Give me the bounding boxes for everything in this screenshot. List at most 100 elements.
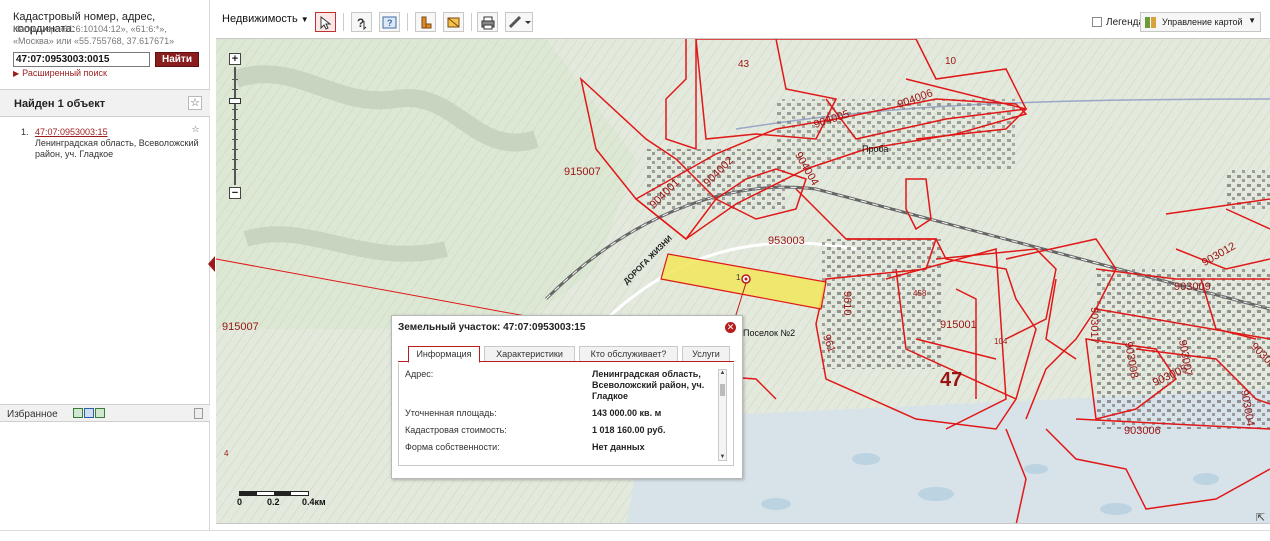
layer-select[interactable]: Недвижимость ▼ [222, 13, 309, 25]
import-icon[interactable] [73, 408, 83, 418]
cursor-icon [320, 15, 332, 30]
parcel-number-label: 1 [736, 273, 741, 282]
help-card-icon: ? [382, 16, 397, 29]
block-label: 47 [940, 369, 963, 391]
results-header: Найден 1 объект ☆ [0, 89, 210, 117]
search-example: Например «61:6:10104:12», «61:6:*», «Мос… [13, 24, 175, 46]
map-control-dropdown[interactable]: Управление картой ▼ [1140, 12, 1261, 32]
popup-body: Адрес: Ленинградская область, Всеволожск… [398, 363, 734, 466]
result-number-link[interactable]: 47:07:0953003:15 [35, 127, 108, 137]
zoom-in-button[interactable]: + [229, 53, 241, 65]
block-label: 903017 [1088, 307, 1100, 344]
zoom-tick [232, 129, 238, 130]
chevron-down-icon: ▼ [1248, 16, 1256, 25]
zoom-tick [232, 149, 238, 150]
ownership-value: Нет данных [592, 442, 645, 452]
result-address: Ленинградская область, Всеволожский райо… [35, 138, 199, 159]
favorites-title: Избранное [7, 409, 58, 420]
scale-bar [239, 491, 309, 496]
block-label: 43 [738, 59, 750, 70]
export-icon[interactable] [84, 408, 94, 418]
star-icon[interactable]: ☆ [188, 96, 202, 110]
block-label: 903009 [1174, 281, 1211, 293]
block-label: 10 [945, 56, 957, 67]
area-icon [447, 17, 460, 28]
tab-who-serves[interactable]: Кто обслуживает? [579, 346, 678, 362]
scroll-down-icon[interactable]: ▼ [719, 454, 726, 460]
toolbar-divider [471, 13, 472, 31]
address-key: Адрес: [405, 369, 434, 379]
collapse-panel-button[interactable] [208, 256, 215, 272]
block-label: 953003 [768, 235, 805, 247]
favorites-header: Избранное [0, 404, 210, 422]
bottom-divider [0, 530, 1270, 531]
zoom-slider-thumb[interactable] [229, 98, 241, 104]
zoom-out-button[interactable]: − [229, 187, 241, 199]
zoom-tick [232, 119, 238, 120]
advanced-search-label: Расширенный поиск [22, 68, 107, 78]
cost-value: 1 018 160.00 руб. [592, 425, 666, 435]
find-button[interactable]: Найти [155, 52, 199, 67]
area-tool-button[interactable] [443, 12, 464, 32]
parcel-marker-dot [744, 277, 748, 281]
popup-title: Земельный участок: 47:07:0953003:15 [398, 322, 586, 333]
zoom-tick [232, 159, 238, 160]
town-label: Проба [862, 144, 889, 154]
block-label: 104 [994, 337, 1008, 346]
scroll-thumb[interactable] [720, 384, 725, 396]
link-button[interactable] [505, 12, 533, 32]
block-label: 915007 [222, 321, 259, 333]
excel-icon[interactable] [95, 408, 105, 418]
identify-tool-button[interactable]: ? [351, 12, 372, 32]
ruler-icon [421, 16, 432, 29]
scale-label: 0.4км [302, 497, 326, 507]
trash-icon[interactable] [194, 408, 203, 419]
area-value: 143 000.00 кв. м [592, 408, 662, 418]
star-icon[interactable]: ☆ [190, 125, 201, 136]
zoom-slider-track[interactable] [234, 67, 236, 185]
block-label: 4 [224, 449, 229, 458]
area-key: Уточненная площадь: [405, 408, 497, 418]
scale-label: 0 [237, 497, 243, 507]
toolbar-divider [343, 13, 344, 31]
map-view[interactable]: 43 10 904006 904005 904004 904002 904001… [216, 38, 1270, 524]
legend-label: Легенда [1106, 17, 1145, 28]
measure-tool-button[interactable] [415, 12, 436, 32]
legend-checkbox[interactable] [1092, 17, 1102, 27]
info-tool-button[interactable]: ? [379, 12, 400, 32]
scroll-up-icon[interactable]: ▲ [719, 370, 726, 376]
search-input[interactable] [13, 52, 150, 67]
chevron-down-icon: ▼ [300, 15, 309, 24]
block-label: 458 [913, 289, 927, 298]
advanced-search-link[interactable]: ▶ Расширенный поиск [13, 68, 107, 78]
popup-scrollbar[interactable]: ▲ ▼ [718, 369, 727, 461]
triangle-right-icon: ▶ [13, 69, 20, 78]
result-index: 1. [21, 127, 29, 137]
block-label: 9610 [841, 291, 853, 316]
print-button[interactable] [477, 12, 498, 32]
zoom-tick [232, 139, 238, 140]
svg-text:?: ? [357, 16, 364, 30]
layer-select-label: Недвижимость [222, 13, 298, 25]
svg-text:?: ? [387, 18, 393, 28]
tab-characteristics[interactable]: Характеристики [484, 346, 575, 362]
toolbar: Недвижимость ▼ ? ? Легенда Управление кар… [216, 7, 1270, 38]
select-tool-button[interactable] [315, 12, 336, 32]
tab-information[interactable]: Информация [408, 346, 480, 363]
map-control-label: Управление картой [1162, 17, 1243, 27]
tab-services[interactable]: Услуги [682, 346, 730, 362]
cost-key: Кадастровая стоимость: [405, 425, 507, 435]
block-label: 915007 [564, 166, 601, 178]
map-grid-icon [1145, 17, 1156, 28]
resize-corner-icon[interactable]: ⇱ [1256, 511, 1265, 523]
left-panel: Кадастровый номер, адрес, координата: На… [0, 0, 210, 530]
close-icon[interactable]: ✕ [725, 322, 736, 333]
town-label: Поселок №2 [743, 328, 796, 338]
parcel-popup: Земельный участок: 47:07:0953003:15 ✕ Ин… [391, 315, 743, 479]
block-label: 903006 [1124, 425, 1161, 437]
block-label: 915001 [940, 319, 977, 331]
zoom-tick [232, 79, 238, 80]
map-canvas[interactable] [216, 39, 1270, 524]
ownership-key: Форма собственности: [405, 442, 500, 452]
address-value: Ленинградская область, Всеволожский райо… [592, 369, 705, 401]
